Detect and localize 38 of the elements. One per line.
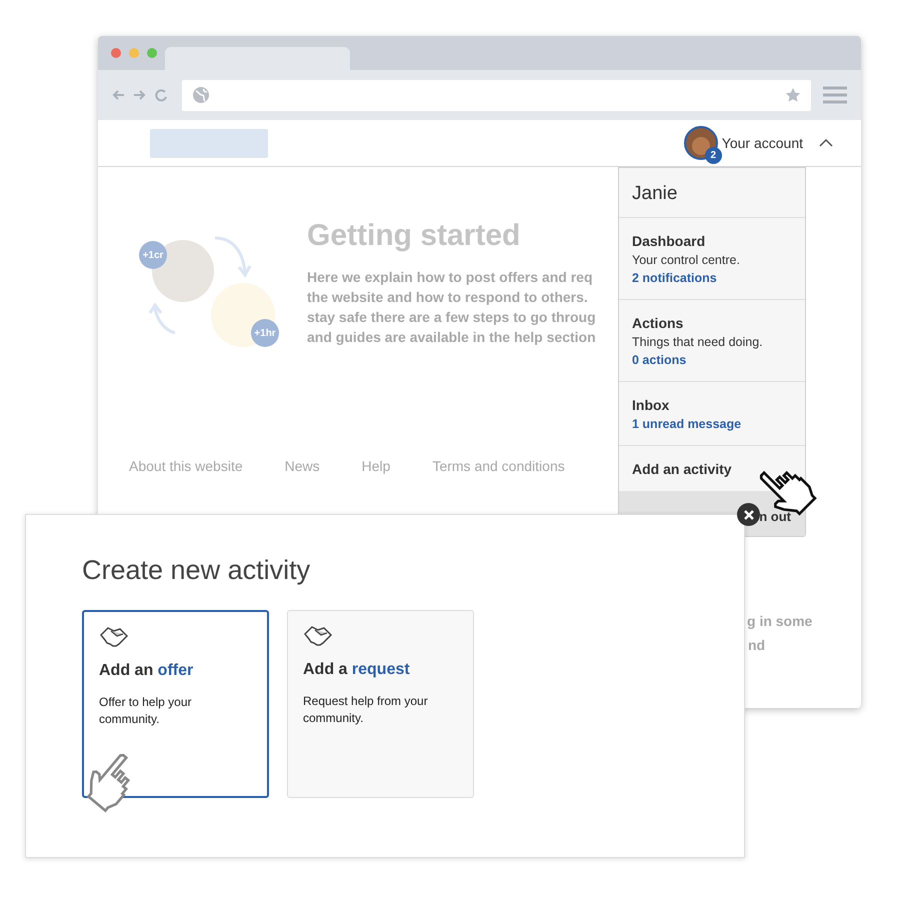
activity-option-card[interactable]: Add an offer Offer to help your community. [82, 610, 269, 798]
activity-option-card[interactable]: Add a request Request help from your community. [287, 610, 474, 798]
menu-item-link[interactable]: 0 actions [632, 353, 792, 367]
intro-text: nd [748, 637, 766, 653]
hour-badge: +1hr [251, 319, 279, 347]
close-icon [744, 510, 754, 520]
menu-item-link[interactable]: 2 notifications [632, 271, 792, 285]
account-menu-label[interactable]: Your account [722, 135, 803, 151]
user-name: Janie [631, 182, 678, 206]
page-heading: Getting started [307, 219, 522, 253]
menu-item[interactable]: Inbox [632, 397, 792, 413]
footer-link[interactable]: n out [759, 509, 791, 524]
handshake-icon [303, 625, 333, 649]
menu-item-description: Your control centre. [632, 253, 741, 267]
address-bar[interactable] [182, 80, 811, 110]
window-controls-icon [110, 47, 158, 59]
menu-icon[interactable] [823, 86, 847, 104]
intro-text: stay safe there are a few steps to go throug [307, 308, 596, 327]
intro-text: the website and how to respond to others. [307, 288, 589, 307]
intro-text: g in some [747, 613, 812, 629]
option-description: Offer to help your community. [99, 694, 192, 728]
globe-icon [192, 86, 210, 104]
menu-item-link[interactable]: 1 unread message [632, 417, 792, 431]
chevron-icon[interactable] [819, 139, 833, 147]
option-title: Add an offer [99, 662, 194, 680]
notification-badge: 2 [704, 147, 722, 164]
dialog-title: Create new activity [82, 555, 312, 586]
intro-text: and guides are available in the help section [307, 328, 596, 347]
star-icon[interactable] [785, 87, 801, 103]
intro-text: Here we explain how to post offers and req [307, 268, 594, 287]
menu-item[interactable]: Dashboard [632, 233, 792, 249]
menu-item-description: Things that need doing. [632, 335, 764, 349]
option-description: Request help from your community. [303, 693, 429, 727]
menu-item[interactable]: Add an activity [632, 461, 792, 477]
credit-badge: +1cr [139, 241, 167, 269]
menu-item[interactable]: Actions [632, 315, 792, 331]
option-title: Add a request [303, 661, 411, 679]
handshake-icon [99, 626, 129, 650]
